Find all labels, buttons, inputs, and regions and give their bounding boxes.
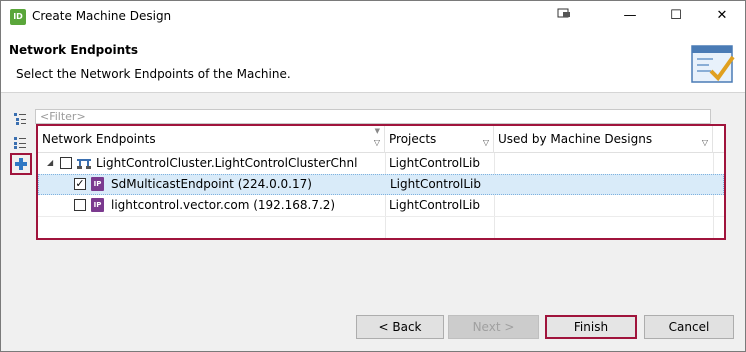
column-header-label: Used by Machine Designs [498, 132, 653, 146]
endpoint-project: LightControlLib [390, 177, 481, 191]
endpoint-name: SdMulticastEndpoint (224.0.0.17) [111, 177, 312, 191]
row-divider [38, 216, 724, 217]
endpoints-table: Network Endpoints ▼ ▽ Projects ▽ Used by… [36, 124, 726, 240]
column-header-network-endpoints[interactable]: Network Endpoints ▼ ▽ [38, 126, 385, 153]
row-checkbox[interactable] [60, 157, 72, 169]
add-icon[interactable] [10, 153, 32, 175]
cast-icon[interactable] [541, 1, 587, 31]
close-button[interactable]: ✕ [699, 1, 745, 31]
wizard-banner-icon [691, 45, 735, 87]
filter-icon[interactable]: ▽ [483, 138, 489, 148]
row-checkbox-checked[interactable]: ✓ [74, 178, 86, 190]
filter-icon[interactable]: ▽ [374, 138, 380, 148]
endpoint-project: LightControlLib [389, 198, 480, 212]
table-row[interactable]: ◢ LightControlCluster.LightControlCluste… [38, 153, 724, 174]
ip-endpoint-icon: IP [91, 177, 104, 191]
wizard-header: Network Endpoints Select the Network End… [1, 31, 745, 93]
column-header-label: Projects [389, 132, 437, 146]
endpoint-name: lightcontrol.vector.com (192.168.7.2) [111, 198, 336, 212]
ip-endpoint-icon: IP [91, 198, 104, 212]
title-bar: ID Create Machine Design — ☐ ✕ [1, 1, 745, 31]
minimize-button[interactable]: — [607, 1, 653, 31]
page-description: Select the Network Endpoints of the Mach… [16, 67, 291, 81]
window-title: Create Machine Design [32, 9, 172, 23]
cancel-button[interactable]: Cancel [644, 315, 734, 339]
page-title: Network Endpoints [9, 43, 139, 57]
filter-input[interactable]: <Filter> [35, 109, 711, 124]
next-button[interactable]: Next > [448, 315, 539, 339]
app-icon: ID [10, 9, 26, 25]
tree-expanded-icon[interactable]: ◢ [47, 153, 53, 173]
table-header: Network Endpoints ▼ ▽ Projects ▽ Used by… [38, 126, 724, 153]
back-button[interactable]: < Back [356, 315, 444, 339]
filter-icon[interactable]: ▽ [702, 138, 708, 148]
row-checkbox[interactable] [74, 199, 86, 211]
table-row-selected[interactable]: ✓ IP SdMulticastEndpoint (224.0.0.17) Li… [38, 174, 724, 195]
table-row[interactable]: IP lightcontrol.vector.com (192.168.7.2)… [38, 195, 724, 216]
endpoint-project: LightControlLib [389, 156, 480, 170]
sort-icon: ▼ [374, 127, 380, 135]
expand-all-icon[interactable] [10, 109, 30, 129]
column-header-label: Network Endpoints [42, 132, 156, 146]
endpoint-name: LightControlCluster.LightControlClusterC… [96, 156, 358, 170]
collapse-all-icon[interactable] [10, 133, 30, 153]
finish-button[interactable]: Finish [545, 315, 637, 339]
column-header-projects[interactable]: Projects ▽ [385, 126, 494, 153]
maximize-button[interactable]: ☐ [653, 1, 699, 31]
column-header-used-by[interactable]: Used by Machine Designs ▽ [494, 126, 713, 153]
cluster-channel-icon [77, 156, 91, 170]
dialog-window: ID Create Machine Design — ☐ ✕ Network E… [0, 0, 746, 352]
